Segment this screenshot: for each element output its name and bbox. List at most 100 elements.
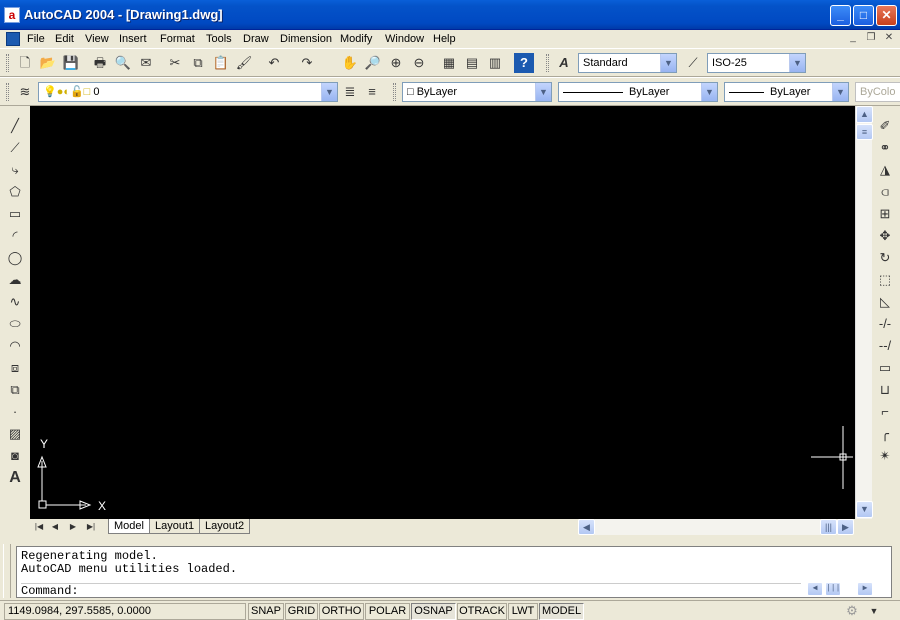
communication-center-icon[interactable]: ⚙ <box>842 601 862 620</box>
stretch-icon[interactable]: ◺ <box>875 292 895 312</box>
dimension-style-icon[interactable]: ⟋ <box>683 53 703 73</box>
menu-tools[interactable]: Tools <box>204 31 234 47</box>
toolbar-grip[interactable] <box>6 54 9 72</box>
new-icon[interactable]: 🗋 <box>15 53 35 73</box>
first-tab-icon[interactable]: |◀ <box>32 519 46 534</box>
menu-help[interactable]: Help <box>431 31 458 47</box>
toolbar-grip[interactable] <box>393 83 396 101</box>
doc-restore-button[interactable]: ❐ <box>864 31 878 45</box>
menu-dimension[interactable]: Dimension <box>278 31 334 47</box>
array-icon[interactable]: ⊞ <box>875 204 895 224</box>
chevron-down-icon[interactable]: ▼ <box>701 83 717 101</box>
insert-block-icon[interactable]: ⧈ <box>5 358 25 378</box>
region-icon[interactable]: ◙ <box>5 446 25 466</box>
menu-draw[interactable]: Draw <box>241 31 271 47</box>
chevron-down-icon[interactable]: ▼ <box>789 54 805 72</box>
paste-icon[interactable]: 📋 <box>211 53 231 73</box>
open-icon[interactable]: 📂 <box>38 53 58 73</box>
revision-cloud-icon[interactable]: ☁ <box>5 270 25 290</box>
scroll-up-button[interactable]: ▲ <box>856 106 873 123</box>
rectangle-icon[interactable]: ▭ <box>5 204 25 224</box>
line-icon[interactable]: ╱ <box>5 116 25 136</box>
grid-toggle[interactable]: GRID <box>285 603 318 620</box>
otrack-toggle[interactable]: OTRACK <box>457 603 507 620</box>
explode-icon[interactable]: ✴ <box>875 446 895 466</box>
lineweight-select[interactable]: ByLayer ▼ <box>724 82 849 102</box>
scroll-left-button[interactable]: ◀ <box>578 519 595 535</box>
command-window-grip[interactable] <box>3 544 11 598</box>
command-window[interactable]: Regenerating model. AutoCAD menu utiliti… <box>16 546 892 598</box>
layer-select[interactable]: 💡●◐🔓□ 0 ▼ <box>38 82 338 102</box>
menu-edit[interactable]: Edit <box>53 31 76 47</box>
construction-line-icon[interactable]: ⟋ <box>5 138 25 158</box>
zoom-realtime-icon[interactable]: 🔎 <box>363 53 383 73</box>
move-icon[interactable]: ✥ <box>875 226 895 246</box>
text-style-select[interactable]: Standard ▼ <box>578 53 677 73</box>
osnap-toggle[interactable]: OSNAP <box>411 603 456 620</box>
redo-icon[interactable]: ↷ <box>297 53 317 73</box>
ortho-toggle[interactable]: ORTHO <box>319 603 364 620</box>
doc-close-button[interactable]: ✕ <box>882 31 896 45</box>
plot-preview-icon[interactable]: 🔍 <box>113 53 133 73</box>
scale-icon[interactable]: ⬚ <box>875 270 895 290</box>
polar-toggle[interactable]: POLAR <box>365 603 410 620</box>
coordinate-readout[interactable]: 1149.0984, 297.5585, 0.0000 <box>4 603 246 620</box>
cmd-scroll-right-button[interactable]: ▶ <box>857 582 873 596</box>
help-icon[interactable]: ? <box>514 53 534 73</box>
pan-icon[interactable]: ✋ <box>340 53 360 73</box>
prev-tab-icon[interactable]: ◀ <box>48 519 62 534</box>
undo-icon[interactable]: ↶ <box>264 53 284 73</box>
copy-icon[interactable]: ⧉ <box>188 53 208 73</box>
trim-icon[interactable]: -/- <box>875 314 895 334</box>
toolbar-grip[interactable] <box>6 83 9 101</box>
save-icon[interactable]: 💾 <box>61 53 81 73</box>
circle-icon[interactable]: ◯ <box>5 248 25 268</box>
maximize-button[interactable]: □ <box>853 5 874 26</box>
tab-layout2[interactable]: Layout2 <box>199 519 251 534</box>
linetype-select[interactable]: ByLayer ▼ <box>558 82 718 102</box>
zoom-window-icon[interactable]: ⊕ <box>386 53 406 73</box>
properties-icon[interactable]: ▦ <box>439 53 459 73</box>
make-current-layer-icon[interactable]: ≣ <box>340 82 360 102</box>
match-properties-icon[interactable]: 🖌 <box>234 53 254 73</box>
vertical-scrollbar[interactable]: ▲ ≡ ▼ <box>855 106 873 519</box>
cmd-scroll-thumb[interactable]: ||| <box>825 582 841 596</box>
fillet-icon[interactable]: ╭ <box>875 424 895 444</box>
cmd-scroll-left-button[interactable]: ◀ <box>807 582 823 596</box>
point-icon[interactable]: · <box>5 402 25 422</box>
scroll-right-button[interactable]: ▶ <box>837 519 854 535</box>
menu-format[interactable]: Format <box>158 31 197 47</box>
color-select[interactable]: □ ByLayer ▼ <box>402 82 552 102</box>
tool-palettes-icon[interactable]: ▥ <box>485 53 505 73</box>
mirror-icon[interactable]: ◮ <box>875 160 895 180</box>
menu-view[interactable]: View <box>83 31 111 47</box>
zoom-previous-icon[interactable]: ⊖ <box>409 53 429 73</box>
chevron-down-icon[interactable]: ▼ <box>660 54 676 72</box>
next-tab-icon[interactable]: ▶ <box>66 519 80 534</box>
close-button[interactable]: ✕ <box>876 5 897 26</box>
tab-layout1[interactable]: Layout1 <box>149 519 201 534</box>
last-tab-icon[interactable]: ▶| <box>84 519 98 534</box>
model-toggle[interactable]: MODEL <box>539 603 584 620</box>
scroll-down-button[interactable]: ▼ <box>856 501 873 518</box>
layer-previous-icon[interactable]: ≡ <box>362 82 382 102</box>
minimize-button[interactable]: _ <box>830 5 851 26</box>
polyline-icon[interactable]: ⤷ <box>5 160 25 180</box>
break-icon[interactable]: ⊔ <box>875 380 895 400</box>
autocad-app-icon[interactable]: a <box>4 7 20 23</box>
chevron-down-icon[interactable]: ▼ <box>535 83 551 101</box>
menu-file[interactable]: File <box>25 31 47 47</box>
scroll-thumb[interactable]: ||| <box>820 519 837 535</box>
snap-toggle[interactable]: SNAP <box>248 603 284 620</box>
doc-minimize-button[interactable]: _ <box>846 31 860 45</box>
erase-icon[interactable]: ✐ <box>875 116 895 136</box>
layer-manager-icon[interactable]: ≋ <box>15 82 35 102</box>
plot-icon[interactable]: 🖶 <box>90 53 110 73</box>
chevron-down-icon[interactable]: ▼ <box>832 83 848 101</box>
hatch-icon[interactable]: ▨ <box>5 424 25 444</box>
toolbar-grip[interactable] <box>546 54 549 72</box>
break-at-point-icon[interactable]: ▭ <box>875 358 895 378</box>
lwt-toggle[interactable]: LWT <box>508 603 538 620</box>
scroll-thumb[interactable]: ≡ <box>856 124 873 140</box>
make-block-icon[interactable]: ⧉ <box>5 380 25 400</box>
